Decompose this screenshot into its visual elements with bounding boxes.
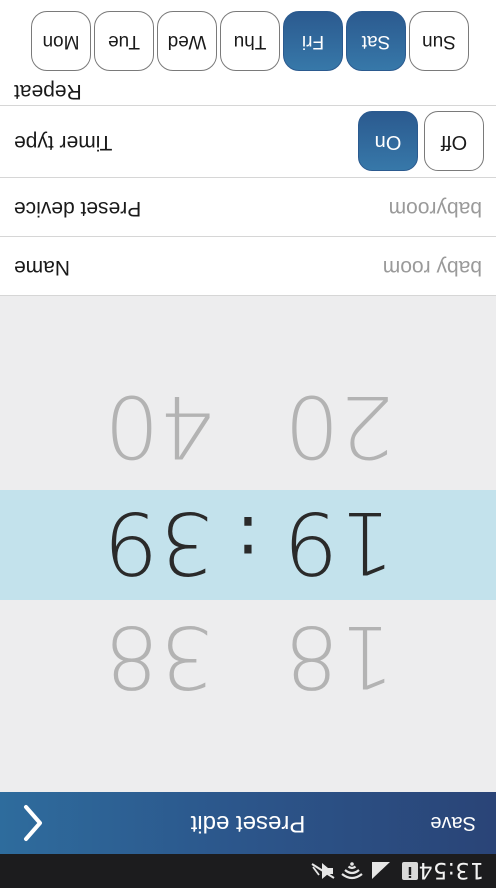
minute-selected[interactable]: 39 bbox=[99, 492, 219, 592]
day-tue-button[interactable]: Tue bbox=[94, 11, 154, 71]
page-title: Preset edit bbox=[190, 810, 306, 837]
app-screen: 13:54 i Save Preset edit 18 19 20 : 38 3… bbox=[0, 0, 496, 888]
day-fri-button[interactable]: Fri bbox=[283, 11, 343, 71]
title-bar: Save Preset edit bbox=[0, 792, 496, 854]
timer-type-label: Timer type bbox=[14, 131, 113, 154]
day-wed-button[interactable]: Wed bbox=[157, 11, 217, 71]
day-sat-button[interactable]: Sat bbox=[346, 11, 406, 71]
signal-icon bbox=[372, 862, 390, 879]
preset-device-value: babyroom bbox=[388, 197, 482, 220]
day-thu-button[interactable]: Thu bbox=[220, 11, 280, 71]
hour-next[interactable]: 20 bbox=[279, 376, 399, 476]
repeat-label: Repeat bbox=[14, 80, 82, 103]
preset-device-row[interactable]: Preset device babyroom bbox=[0, 178, 496, 237]
minute-next[interactable]: 40 bbox=[99, 376, 219, 476]
name-label: Name bbox=[14, 256, 71, 279]
preset-device-label: Preset device bbox=[14, 197, 142, 220]
info-icon: i bbox=[402, 862, 418, 880]
status-bar: 13:54 i bbox=[0, 854, 496, 888]
timer-on-button[interactable]: On bbox=[358, 111, 418, 171]
time-picker[interactable]: 18 19 20 : 38 39 40 bbox=[0, 296, 496, 792]
minute-prev[interactable]: 38 bbox=[99, 606, 219, 706]
timer-off-button[interactable]: Off bbox=[424, 111, 484, 171]
chevron-left-icon[interactable] bbox=[16, 804, 48, 842]
timer-type-row: Timer type Off On bbox=[0, 106, 496, 178]
wifi-icon bbox=[341, 862, 363, 880]
day-mon-button[interactable]: Mon bbox=[31, 11, 91, 71]
repeat-row: Repeat Mon Tue Wed Thu Fri Sat Sun bbox=[0, 0, 496, 106]
mute-icon bbox=[311, 863, 335, 879]
name-value: baby room bbox=[382, 256, 482, 279]
hour-selected[interactable]: 19 bbox=[279, 492, 399, 592]
day-sun-button[interactable]: Sun bbox=[409, 11, 469, 71]
time-separator: : bbox=[236, 500, 260, 582]
status-time: 13:54 bbox=[418, 857, 484, 882]
name-row[interactable]: Name baby room bbox=[0, 237, 496, 296]
hour-prev[interactable]: 18 bbox=[279, 606, 399, 706]
